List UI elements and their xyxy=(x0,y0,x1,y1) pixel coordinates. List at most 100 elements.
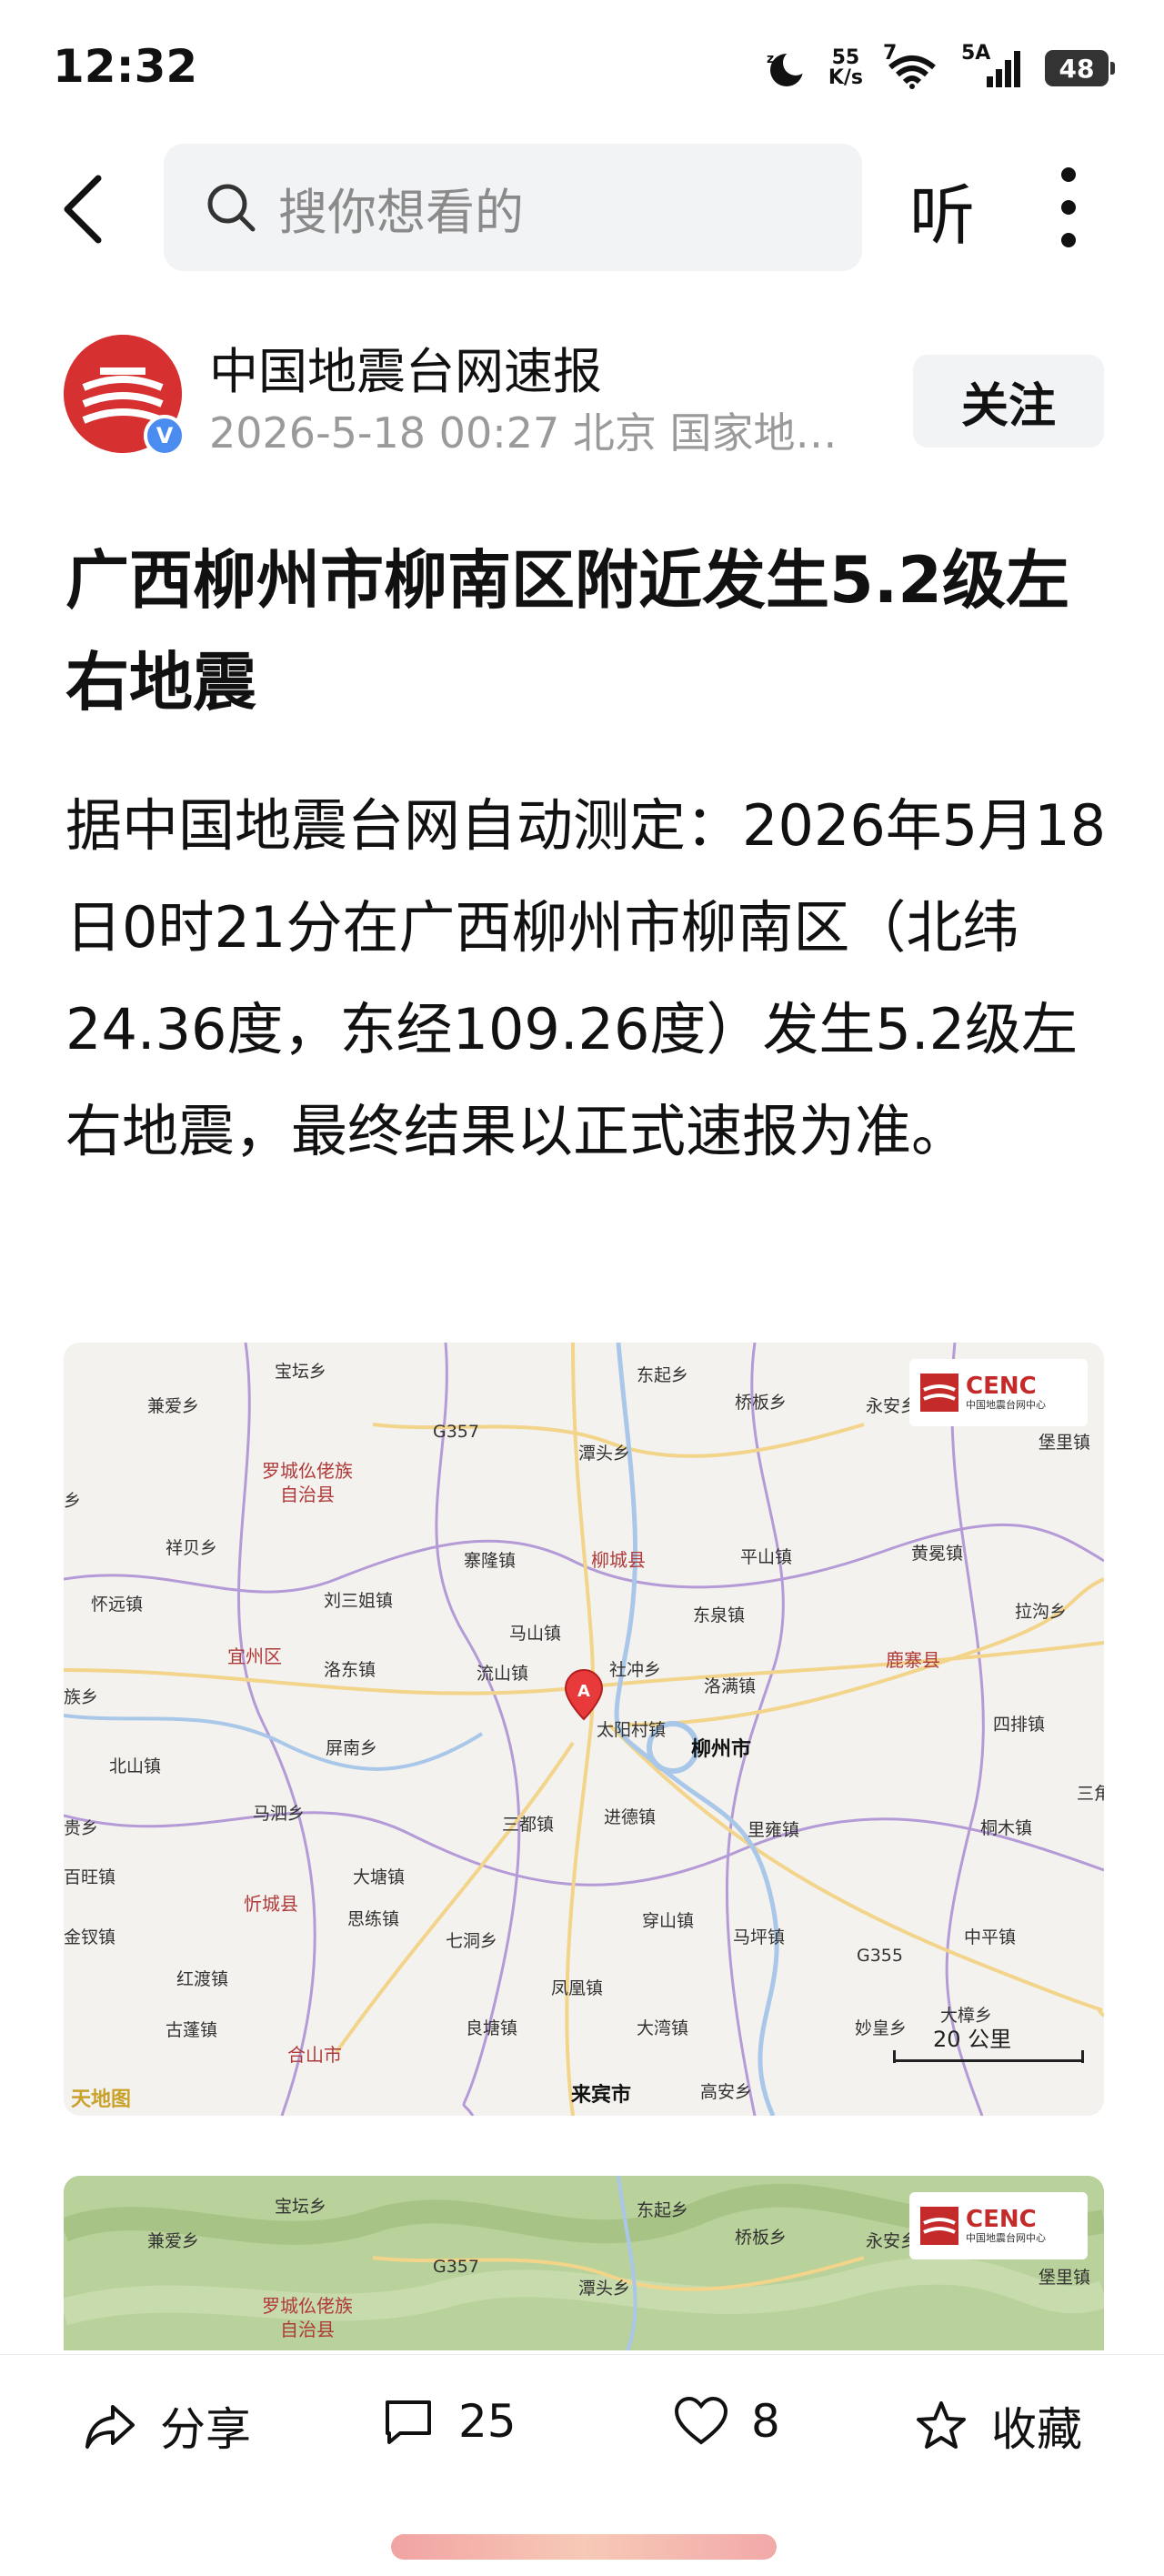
status-time: 12:32 xyxy=(53,40,198,93)
star-icon xyxy=(917,2401,966,2449)
svg-text:东起乡: 东起乡 xyxy=(637,1365,688,1385)
signal-icon: 5A xyxy=(961,42,1025,89)
svg-text:中平镇: 中平镇 xyxy=(964,1927,1016,1947)
svg-text:合山市: 合山市 xyxy=(287,2044,342,2066)
heart-icon xyxy=(674,2396,728,2445)
listen-button[interactable]: 听 xyxy=(909,162,975,257)
map-canvas: 宝坛乡 东起乡 兼爱乡 桥板乡 永安乡 G357 罗城仫佬族 自治县 潭头乡 堡… xyxy=(64,1343,1104,2116)
search-box[interactable]: 搜你想看的 xyxy=(164,144,862,271)
search-icon xyxy=(207,184,256,232)
svg-text:黄冕镇: 黄冕镇 xyxy=(911,1544,963,1564)
svg-text:马坪镇: 马坪镇 xyxy=(733,1927,785,1947)
svg-text:自治县: 自治县 xyxy=(280,2319,335,2340)
svg-text:来宾市: 来宾市 xyxy=(570,2083,631,2107)
svg-text:流山镇: 流山镇 xyxy=(477,1664,528,1684)
cenc-logo-2: CENC 中国地震台网中心 xyxy=(909,2192,1088,2259)
map-watermark: 天地图 xyxy=(71,2088,132,2111)
author-row: V 中国地震台网速报 2026-5-18 00:27 北京 国家地震局官方账号 … xyxy=(0,327,1164,464)
comment-count: 25 xyxy=(458,2395,517,2448)
svg-text:马泗乡: 马泗乡 xyxy=(253,1804,305,1824)
svg-text:桥板乡: 桥板乡 xyxy=(735,2228,787,2248)
follow-button[interactable]: 关注 xyxy=(913,355,1104,448)
wifi-icon: 7 xyxy=(883,42,941,89)
bottom-action-bar: 分享 25 8 收藏 xyxy=(0,2354,1164,2481)
article-body: 据中国地震台网自动测定：2026年5月18日0时21分在广西柳州市柳南区（北纬2… xyxy=(65,792,1107,1164)
comment-icon xyxy=(386,2400,431,2444)
back-icon[interactable] xyxy=(55,173,118,246)
top-navigation-bar: 搜你想看的 听 xyxy=(0,136,1164,273)
cenc-logo-subtext: 中国地震台网中心 xyxy=(966,1399,1046,1411)
earthquake-map[interactable]: 宝坛乡 东起乡 兼爱乡 桥板乡 永安乡 G357 罗城仫佬族 自治县 潭头乡 堡… xyxy=(64,1343,1104,2116)
svg-text:洛东镇: 洛东镇 xyxy=(324,1660,376,1680)
like-button[interactable]: 8 xyxy=(673,2393,780,2450)
svg-text:三都镇: 三都镇 xyxy=(502,1815,554,1835)
svg-text:宝坛乡: 宝坛乡 xyxy=(275,1362,326,1382)
svg-text:忻城县: 忻城县 xyxy=(244,1893,298,1915)
svg-text:拉沟乡: 拉沟乡 xyxy=(1015,1602,1067,1622)
home-indicator[interactable] xyxy=(391,2534,777,2560)
search-placeholder: 搜你想看的 xyxy=(278,183,524,241)
svg-text:金钗镇: 金钗镇 xyxy=(64,1927,115,1947)
svg-text:凤凰镇: 凤凰镇 xyxy=(551,1978,603,1998)
share-button[interactable]: 分享 xyxy=(82,2393,251,2459)
svg-text:A: A xyxy=(577,1682,590,1701)
svg-text:鹿寨县: 鹿寨县 xyxy=(886,1649,940,1671)
svg-text:堡里镇: 堡里镇 xyxy=(1039,2268,1090,2288)
scale-label: 20 公里 xyxy=(933,2027,1012,2052)
svg-text:堡里镇: 堡里镇 xyxy=(1039,1433,1090,1453)
svg-text:洛满镇: 洛满镇 xyxy=(704,1676,756,1696)
net-speed: 55 K/s xyxy=(828,46,863,89)
comment-button[interactable]: 25 xyxy=(380,2393,517,2450)
svg-text:四排镇: 四排镇 xyxy=(993,1715,1045,1735)
svg-text:北山镇: 北山镇 xyxy=(109,1756,161,1776)
more-icon[interactable] xyxy=(1055,166,1082,249)
svg-text:红渡镇: 红渡镇 xyxy=(176,1969,228,1989)
earthquake-terrain-map[interactable]: 宝坛乡 东起乡 兼爱乡 桥板乡 永安乡 G357 罗城仫佬族 自治县 潭头乡 堡… xyxy=(64,2176,1104,2350)
svg-text:穿山镇: 穿山镇 xyxy=(642,1911,694,1931)
svg-text:进德镇: 进德镇 xyxy=(604,1807,656,1827)
svg-text:宝坛乡: 宝坛乡 xyxy=(275,2197,326,2217)
cenc-logo: CENC 中国地震台网中心 xyxy=(909,1359,1088,1426)
verified-badge: V xyxy=(144,415,186,457)
collect-button[interactable]: 收藏 xyxy=(913,2393,1082,2459)
post-meta: 2026-5-18 00:27 北京 国家地震局官方账号 xyxy=(209,408,864,458)
svg-text:桥板乡: 桥板乡 xyxy=(735,1393,787,1413)
svg-text:乡: 乡 xyxy=(64,1491,81,1511)
svg-text:大塘镇: 大塘镇 xyxy=(353,1867,405,1887)
collect-label: 收藏 xyxy=(991,2403,1082,2456)
share-label: 分享 xyxy=(160,2403,251,2456)
do-not-disturb-icon: z xyxy=(767,50,808,86)
battery-indicator: 48 xyxy=(1045,50,1115,86)
svg-text:潭头乡: 潭头乡 xyxy=(578,1444,630,1464)
svg-text:宜州区: 宜州区 xyxy=(227,1645,282,1667)
svg-text:罗城仫佬族: 罗城仫佬族 xyxy=(262,2295,353,2317)
svg-text:古蓬镇: 古蓬镇 xyxy=(166,2020,217,2040)
like-count: 8 xyxy=(751,2395,780,2448)
svg-text:柳城县: 柳城县 xyxy=(591,1549,646,1571)
svg-text:自治县: 自治县 xyxy=(280,1484,335,1505)
svg-text:兼爱乡: 兼爱乡 xyxy=(147,1396,199,1416)
svg-text:G357: G357 xyxy=(433,2257,479,2277)
svg-text:怀远镇: 怀远镇 xyxy=(91,1595,143,1615)
svg-text:思练镇: 思练镇 xyxy=(347,1909,399,1929)
author-name[interactable]: 中国地震台网速报 xyxy=(209,331,602,403)
svg-text:马山镇: 马山镇 xyxy=(509,1624,561,1644)
battery-level: 48 xyxy=(1045,50,1109,86)
status-bar: 12:32 z 55 K/s 7 5A 48 xyxy=(0,0,1164,136)
svg-text:高安乡: 高安乡 xyxy=(700,2082,752,2102)
map-scale-bar: 20 公里 xyxy=(893,2021,1084,2076)
svg-text:大湾镇: 大湾镇 xyxy=(637,2018,688,2038)
svg-text:平山镇: 平山镇 xyxy=(740,1547,792,1567)
svg-text:G357: G357 xyxy=(433,1422,479,1442)
svg-text:潭头乡: 潭头乡 xyxy=(578,2279,630,2299)
svg-text:柳州市: 柳州市 xyxy=(691,1737,751,1761)
svg-text:兼爱乡: 兼爱乡 xyxy=(147,2231,199,2251)
svg-text:寨隆镇: 寨隆镇 xyxy=(464,1551,516,1571)
svg-text:良塘镇: 良塘镇 xyxy=(466,2018,517,2038)
svg-text:祥贝乡: 祥贝乡 xyxy=(166,1538,217,1558)
svg-text:七洞乡: 七洞乡 xyxy=(446,1931,497,1951)
cenc-logo-icon xyxy=(920,1374,958,1412)
svg-text:z: z xyxy=(767,52,774,66)
cenc-logo-text: CENC xyxy=(966,1373,1037,1400)
svg-text:三角: 三角 xyxy=(1077,1784,1104,1804)
